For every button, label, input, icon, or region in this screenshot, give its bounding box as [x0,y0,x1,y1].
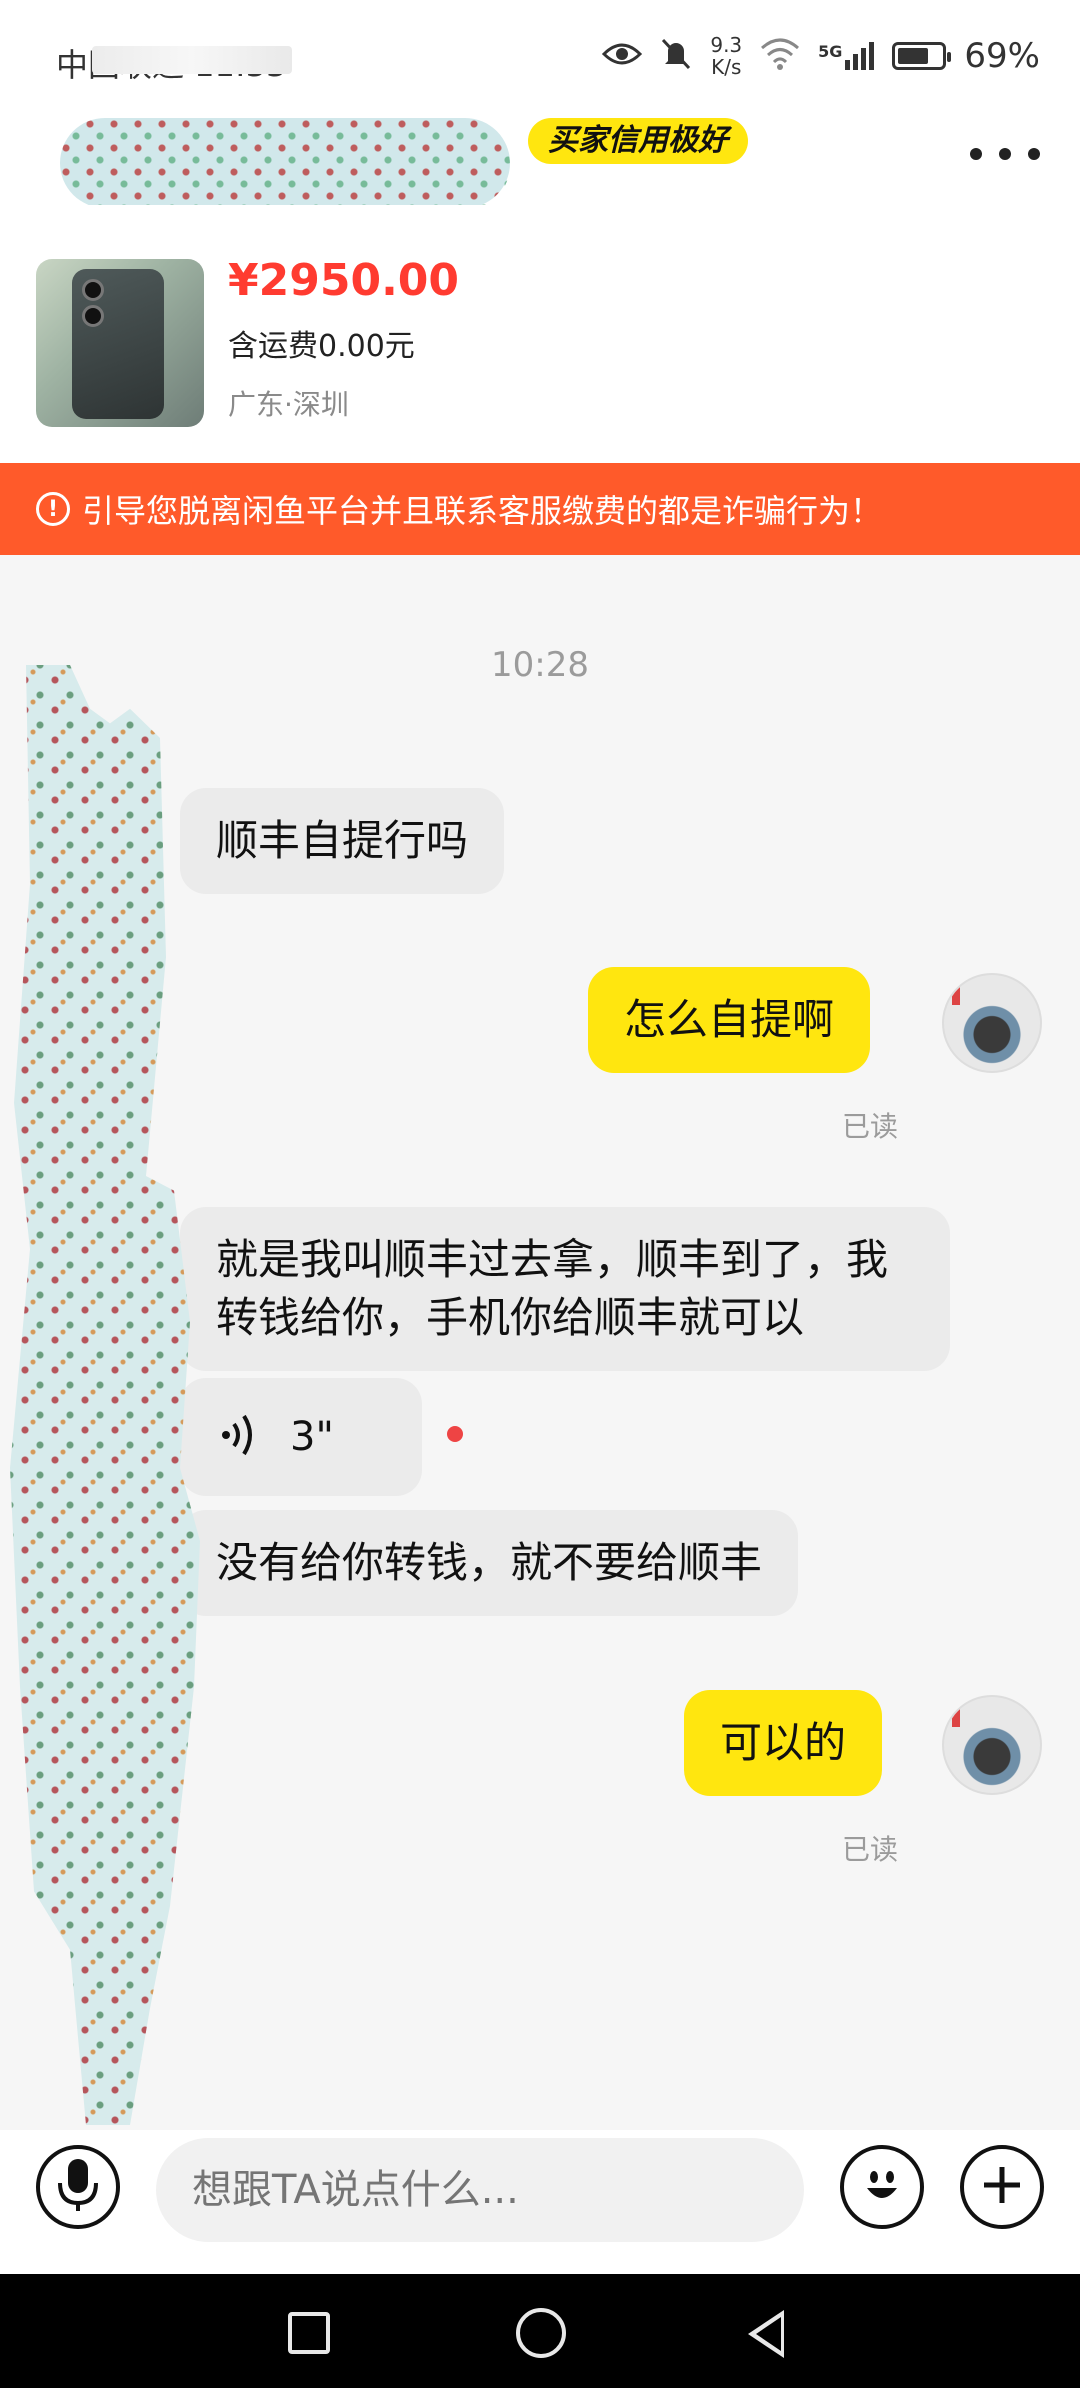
system-nav-bar [0,2274,1080,2388]
message-bubble-incoming[interactable]: 就是我叫顺丰过去拿，顺丰到了，我转钱给你，手机你给顺丰就可以 [180,1207,950,1371]
network-speed: 9.3 K/s [710,34,742,78]
home-icon[interactable] [516,2308,566,2358]
camera-lens [82,305,104,327]
signal-label: 5G [818,42,843,61]
self-avatar[interactable] [942,1695,1042,1795]
carrier-redaction [92,46,292,74]
voice-duration: 3" [290,1414,334,1460]
fraud-warning-banner: ! 引导您脱离闲鱼平台并且联系客服缴费的都是诈骗行为！ [0,463,1080,555]
message-bubble-incoming[interactable]: 没有给你转钱，就不要给顺丰 [180,1510,799,1616]
battery-icon [892,42,952,70]
network-speed-unit: K/s [711,55,742,79]
warning-icon: ! [36,492,70,526]
back-icon[interactable] [748,2310,784,2358]
network-speed-value: 9.3 [710,33,743,57]
signal-icon: 5G [818,42,875,70]
product-card[interactable]: ¥2950.00 含运费0.00元 广东·深圳 [0,205,1080,463]
battery-percent: 69% [964,36,1040,76]
emoji-button[interactable] [840,2145,924,2229]
emoji-icon [857,2160,907,2214]
phone-image [72,269,164,419]
camera-lens [82,279,104,301]
read-status: 已读 [842,1110,899,1143]
voice-waves-icon [220,1410,260,1464]
mute-bell-icon [660,37,692,75]
more-actions-button[interactable] [960,2145,1044,2229]
battery-fill [898,48,929,64]
voice-message-bubble[interactable]: 3" [180,1378,422,1496]
warning-text: 引导您脱离闲鱼平台并且联系客服缴费的都是诈骗行为！ [82,492,883,530]
message-timestamp: 10:28 [491,645,589,685]
credit-badge: 买家信用极好 [528,118,748,164]
self-avatar[interactable] [942,973,1042,1073]
status-bar: 中国联通 11:33 9.3 K/s 5G 69% [0,0,1080,110]
mic-icon [56,2157,100,2217]
recent-apps-icon[interactable] [288,2312,330,2354]
message-bubble-incoming[interactable]: 顺丰自提行吗 [180,788,505,894]
message-bubble-outgoing[interactable]: 可以的 [684,1690,883,1796]
unread-dot [447,1426,463,1442]
more-dots-icon [970,148,982,160]
product-price: ¥2950.00 [228,255,460,306]
redacted-username-overlay [60,120,510,210]
shipping-fee: 含运费0.00元 [228,329,415,364]
voice-input-button[interactable] [36,2145,120,2229]
wifi-icon [760,38,800,74]
message-input[interactable] [156,2138,804,2242]
chat-header: 买家信用极好 [0,110,1080,210]
eye-icon [602,40,643,72]
message-bubble-outgoing[interactable]: 怎么自提啊 [588,967,871,1073]
product-location: 广东·深圳 [228,388,349,421]
more-dots-icon [1028,148,1040,160]
read-status: 已读 [842,1833,899,1866]
product-thumbnail[interactable] [36,259,204,427]
more-dots-icon [999,148,1011,160]
input-bar [0,2130,1080,2274]
more-options-button[interactable] [970,134,1040,174]
plus-icon [980,2157,1024,2217]
status-icons: 9.3 K/s 5G 69% [602,34,1040,78]
